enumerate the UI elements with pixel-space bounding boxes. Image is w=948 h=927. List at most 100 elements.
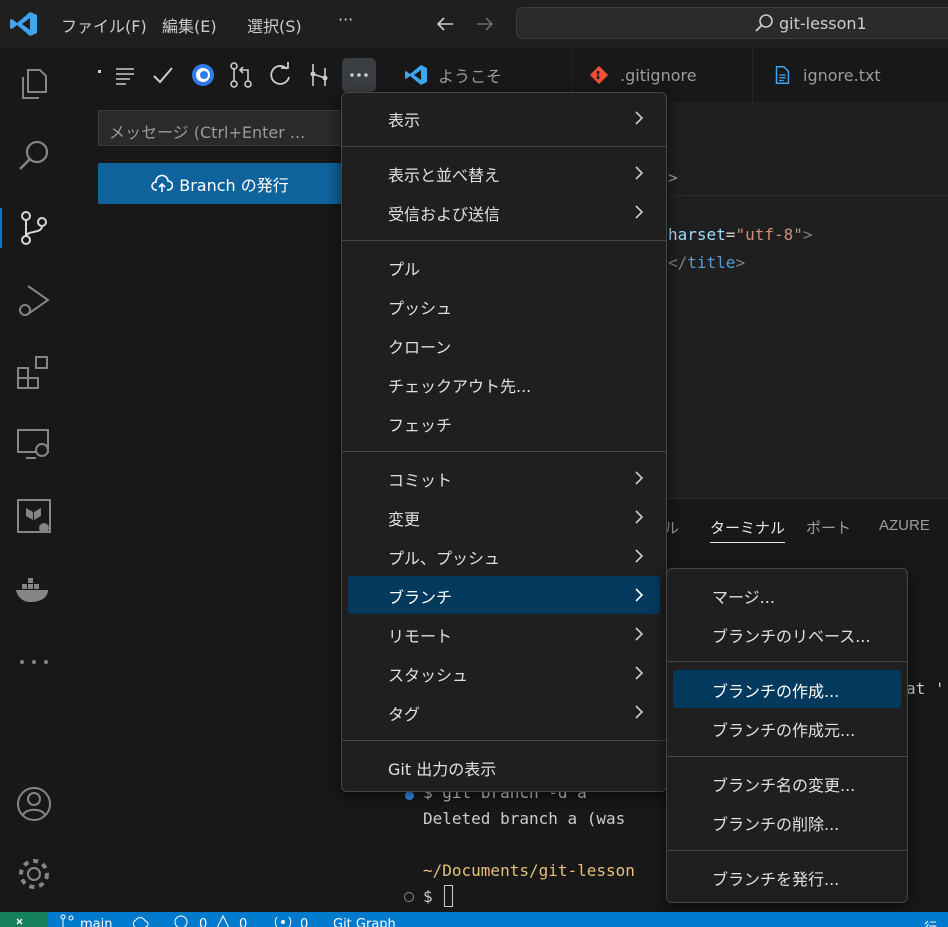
- menu-item-stash[interactable]: スタッシュ: [348, 654, 660, 692]
- vscode-logo-icon: [10, 10, 38, 38]
- copilot-icon[interactable]: [188, 60, 218, 90]
- commit-check-icon[interactable]: [148, 60, 178, 90]
- status-errors[interactable]: 0: [199, 917, 207, 927]
- menu-item-checkout[interactable]: チェックアウト先...: [348, 365, 660, 403]
- more-views-icon[interactable]: [14, 640, 54, 680]
- code-line-title: </title>: [668, 253, 746, 272]
- menu-item-pull[interactable]: プル: [348, 248, 660, 286]
- status-ports[interactable]: 0: [300, 917, 308, 927]
- menu-item-branch[interactable]: ブランチ: [348, 576, 660, 614]
- explorer-icon[interactable]: [14, 64, 54, 104]
- menu-item-tags[interactable]: タグ: [348, 693, 660, 731]
- code-line-charset: harset="utf-8">: [668, 225, 813, 244]
- activity-bar: [0, 48, 68, 912]
- terminal-cursor[interactable]: [444, 885, 453, 907]
- branch-submenu: マージ... ブランチのリベース... ブランチの作成... ブランチの作成元.…: [666, 568, 908, 903]
- pull-request-icon[interactable]: [226, 60, 256, 90]
- submenu-item-publish-branch[interactable]: ブランチを発行...: [673, 858, 901, 896]
- commit-message-input[interactable]: メッセージ (Ctrl+Enter ...: [98, 110, 342, 146]
- toolbar-fragment: [98, 70, 101, 73]
- menu-selection[interactable]: 選択(S): [247, 13, 302, 37]
- tab-ignore-txt[interactable]: ignore.txt: [753, 48, 948, 102]
- terminal-cwd: ~/Documents/git-lesson: [423, 861, 635, 880]
- menu-item-push[interactable]: プッシュ: [348, 287, 660, 325]
- tab-label: .gitignore: [620, 65, 697, 85]
- status-git-graph[interactable]: Git Graph: [333, 917, 396, 927]
- title-bar: ファイル(F) 編集(E) 選択(S) ··· git-lesson1: [0, 0, 948, 48]
- terminal-prompt: $: [423, 887, 433, 906]
- menu-item-view[interactable]: 表示: [348, 99, 660, 137]
- command-center[interactable]: git-lesson1: [516, 7, 948, 39]
- submenu-item-delete-branch[interactable]: ブランチの削除...: [673, 803, 901, 841]
- menu-item-clone[interactable]: クローン: [348, 326, 660, 364]
- publish-branch-label: Branch の発行: [179, 175, 289, 195]
- docker-icon[interactable]: [14, 568, 54, 608]
- remote-icon: [16, 918, 23, 925]
- status-bar: main 0 0 0 Git Graph 行: [0, 912, 948, 927]
- search-icon: [753, 13, 775, 35]
- remote-indicator[interactable]: [0, 912, 48, 927]
- panel-tab-ports[interactable]: ポート: [806, 517, 851, 538]
- menu-item-show-git-output[interactable]: Git 出力の表示: [348, 748, 660, 786]
- terraform-icon[interactable]: [14, 496, 54, 536]
- view-as-list-icon[interactable]: [110, 60, 140, 90]
- command-center-text: git-lesson1: [779, 14, 867, 33]
- status-line-col[interactable]: 行: [924, 917, 937, 927]
- menu-edit[interactable]: 編集(E): [162, 13, 217, 37]
- remote-explorer-icon[interactable]: [14, 424, 54, 464]
- chevron-right-icon: [635, 627, 644, 641]
- chevron-right-icon: [635, 588, 644, 602]
- error-icon: [174, 915, 188, 927]
- menu-item-view-sort[interactable]: 表示と並べ替え: [348, 154, 660, 192]
- submenu-item-merge[interactable]: マージ...: [673, 576, 901, 614]
- submenu-item-rebase[interactable]: ブランチのリベース...: [673, 615, 901, 653]
- menu-item-pull-push[interactable]: プル、プッシュ: [348, 537, 660, 575]
- cloud-upload-icon: [151, 174, 174, 192]
- menu-item-remote[interactable]: リモート: [348, 615, 660, 653]
- command-success-dot: [405, 791, 414, 800]
- chevron-right-icon: [635, 205, 644, 219]
- account-icon[interactable]: [14, 784, 54, 824]
- more-actions-button[interactable]: [342, 58, 376, 92]
- menu-more[interactable]: ···: [338, 10, 353, 29]
- forward-arrow-icon[interactable]: [474, 13, 496, 35]
- source-control-more-menu: 表示 表示と並べ替え 受信および送信 プル プッシュ クローン チェックアウト先…: [341, 92, 667, 792]
- extensions-icon[interactable]: [14, 352, 54, 392]
- git-graph-icon[interactable]: [304, 60, 334, 90]
- run-debug-icon[interactable]: [14, 280, 54, 320]
- text-file-icon: [775, 66, 790, 84]
- chevron-right-icon: [635, 510, 644, 524]
- menu-item-fetch[interactable]: フェッチ: [348, 404, 660, 442]
- publish-branch-button[interactable]: Branch の発行: [98, 163, 342, 204]
- submenu-item-create-branch-from[interactable]: ブランチの作成元...: [673, 709, 901, 747]
- submenu-item-create-branch[interactable]: ブランチの作成...: [673, 670, 901, 708]
- breadcrumb-chevron: >: [668, 168, 678, 187]
- menu-item-changes[interactable]: 変更: [348, 498, 660, 536]
- branch-icon: [60, 914, 74, 927]
- status-branch[interactable]: main: [80, 917, 112, 927]
- menu-file[interactable]: ファイル(F): [61, 13, 147, 37]
- source-control-icon[interactable]: [14, 208, 54, 248]
- terminal-line: Deleted branch a (was: [423, 809, 626, 828]
- chevron-right-icon: [635, 166, 644, 180]
- panel-tab-terminal[interactable]: ターミナル: [710, 517, 786, 543]
- chevron-right-icon: [635, 705, 644, 719]
- ellipsis-icon: [350, 73, 368, 77]
- back-arrow-icon[interactable]: [434, 13, 456, 35]
- refresh-icon[interactable]: [265, 60, 295, 90]
- command-pending-dot: [404, 892, 414, 902]
- status-warnings[interactable]: 0: [239, 917, 247, 927]
- chevron-right-icon: [635, 666, 644, 680]
- panel-tab-azure[interactable]: AZURE: [879, 517, 930, 534]
- menu-item-commit[interactable]: コミット: [348, 459, 660, 497]
- settings-gear-icon[interactable]: [14, 854, 54, 894]
- warning-icon: [216, 915, 230, 927]
- menu-item-fetch-push[interactable]: 受信および送信: [348, 193, 660, 231]
- tab-label: ようこそ: [438, 67, 503, 86]
- active-indicator: [0, 208, 2, 248]
- publish-cloud-icon[interactable]: [130, 915, 150, 927]
- search-icon[interactable]: [14, 136, 54, 176]
- terminal-text-fragment: at ': [906, 679, 945, 698]
- ports-antenna-icon: [274, 916, 292, 927]
- submenu-item-rename-branch[interactable]: ブランチ名の変更...: [673, 764, 901, 802]
